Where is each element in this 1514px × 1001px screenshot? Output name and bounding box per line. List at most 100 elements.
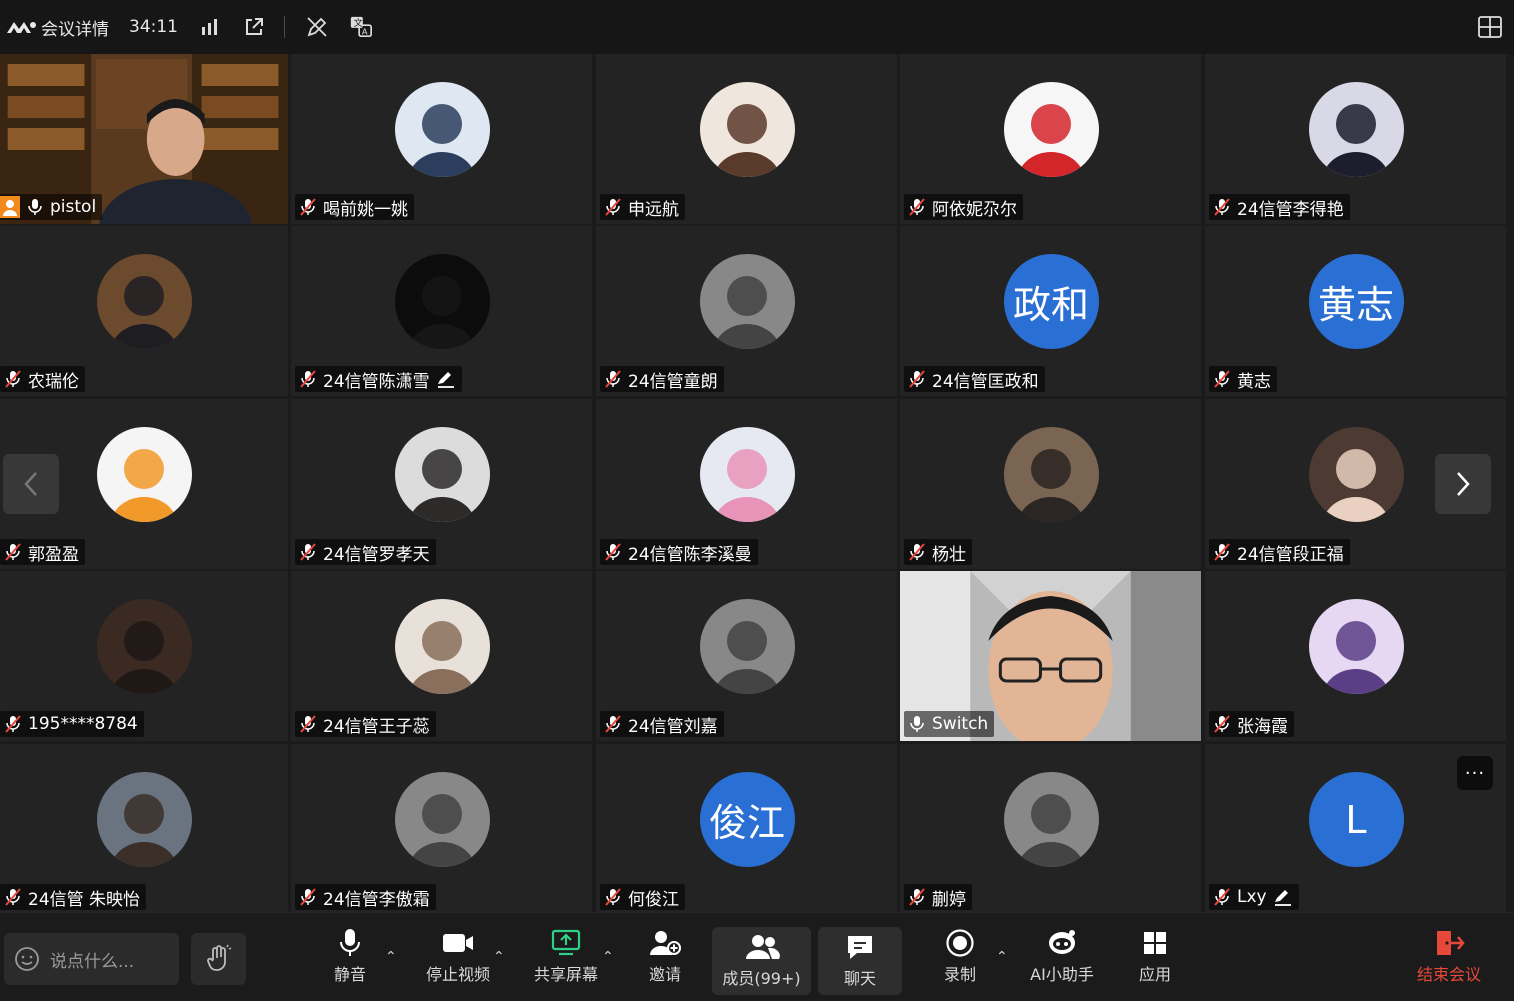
invite-user-icon: [650, 931, 681, 955]
share-options-caret[interactable]: ⌃: [602, 949, 614, 965]
prev-page-button[interactable]: [3, 454, 59, 514]
chevron-right-icon: [1457, 472, 1470, 496]
chat-placeholder: 说点什么...: [50, 951, 135, 972]
participant-tile[interactable]: 农瑞伦: [0, 226, 288, 396]
participant-avatar: [97, 427, 192, 522]
raise-hand-button[interactable]: [191, 933, 246, 985]
quick-chat-input[interactable]: 说点什么...: [4, 933, 179, 985]
participant-tile[interactable]: 24信管罗孝天: [291, 399, 592, 569]
translate-icon[interactable]: 文A: [349, 15, 373, 39]
apps-label: 应用: [1138, 965, 1171, 984]
participant-tile[interactable]: 195****8784: [0, 571, 288, 741]
participant-tile[interactable]: 24信管童朗: [596, 226, 897, 396]
chat-button[interactable]: 聊天: [818, 927, 902, 995]
participant-name-tag: 何俊江: [600, 884, 685, 910]
annotation-pen-icon: [1274, 890, 1291, 906]
participant-name-tag: 24信管 朱映怡: [0, 884, 147, 910]
participant-tile[interactable]: 申远航: [596, 54, 897, 224]
participant-name-tag: 24信管匡政和: [904, 366, 1045, 392]
participant-name: 24信管匡政和: [932, 371, 1039, 392]
mic-muted-icon: [300, 198, 316, 216]
mute-button[interactable]: 静音: [326, 927, 374, 991]
record-options-caret[interactable]: ⌃: [996, 949, 1008, 965]
mic-muted-icon: [909, 543, 925, 561]
mic-muted-icon: [605, 715, 621, 733]
participant-tile[interactable]: 黄志 黄志: [1205, 226, 1506, 396]
mic-muted-icon: [5, 543, 21, 561]
participant-name: 蒯婷: [932, 889, 966, 910]
participant-name: 喝前姚一姚: [323, 199, 408, 220]
participant-name-tag: 杨壮: [904, 539, 972, 565]
invite-button[interactable]: 邀请: [640, 927, 690, 991]
participant-name: 24信管罗孝天: [323, 544, 430, 565]
popout-icon[interactable]: [242, 15, 266, 39]
signal-strength-icon[interactable]: [198, 15, 222, 39]
host-badge-icon: [0, 196, 20, 218]
participant-tile[interactable]: 24信管陈潇雪: [291, 226, 592, 396]
participant-name-tag: 郭盈盈: [0, 539, 85, 565]
mic-muted-icon: [1214, 543, 1230, 561]
next-page-button[interactable]: [1435, 454, 1491, 514]
stop-video-button[interactable]: 停止视频: [420, 927, 496, 991]
app-logo-icon: [7, 22, 36, 33]
mute-options-caret[interactable]: ⌃: [385, 949, 397, 965]
participant-name: 黄志: [1237, 371, 1271, 392]
members-button[interactable]: 成员(99+): [712, 927, 811, 995]
emoji-icon[interactable]: [14, 946, 40, 972]
mic-muted-icon: [1214, 370, 1230, 388]
members-icon: [745, 935, 780, 959]
participant-tile[interactable]: 喝前姚一姚: [291, 54, 592, 224]
ai-assistant-label: AI小助手: [1030, 965, 1094, 984]
participant-avatar: [699, 599, 795, 694]
mic-muted-icon: [300, 888, 316, 906]
participant-tile[interactable]: 24信管 朱映怡: [0, 744, 288, 914]
gallery-layout-icon[interactable]: [1478, 16, 1502, 38]
participant-name: 195****8784: [28, 714, 138, 734]
chat-label: 聊天: [843, 969, 876, 988]
participant-name-tag: 195****8784: [0, 711, 144, 737]
participant-name-tag: 24信管陈李溪曼: [600, 539, 758, 565]
share-screen-button[interactable]: 共享屏幕: [528, 927, 604, 991]
record-button[interactable]: 录制: [938, 927, 982, 991]
participant-avatar: [1308, 427, 1404, 522]
participant-name: 24信管 朱映怡: [28, 889, 141, 910]
participant-avatar: [1003, 427, 1099, 522]
mic-muted-icon: [605, 370, 621, 388]
participant-name: 郭盈盈: [28, 544, 79, 565]
meeting-details-link[interactable]: 会议详情: [41, 15, 109, 40]
share-screen-label: 共享屏幕: [533, 965, 598, 984]
more-options-button[interactable]: ···: [1457, 756, 1493, 790]
mic-muted-icon: [909, 198, 925, 216]
participant-tile[interactable]: 24信管陈李溪曼: [596, 399, 897, 569]
participant-avatar: [97, 254, 192, 349]
mic-muted-icon: [605, 888, 621, 906]
participant-tile[interactable]: Switch: [900, 571, 1201, 741]
participant-name: 阿依妮尕尔: [932, 199, 1017, 220]
participant-tile[interactable]: 24信管李傲霜: [291, 744, 592, 914]
participant-name: 杨壮: [932, 544, 966, 565]
annotation-off-icon[interactable]: [305, 15, 329, 39]
participant-tile[interactable]: 杨壮: [900, 399, 1201, 569]
participant-tile[interactable]: 24信管李得艳: [1205, 54, 1506, 224]
apps-button[interactable]: 应用: [1134, 927, 1176, 991]
participant-gallery: pistol 喝前姚一姚 申远航 阿依妮尕尔 24信管李得艳 农瑞伦 24信管陈潇雪 24信管…: [0, 54, 1506, 914]
participant-tile[interactable]: 24信管刘嘉: [596, 571, 897, 741]
mic-on-icon: [28, 199, 42, 215]
participant-name-tag: 蒯婷: [904, 884, 972, 910]
participant-name: 24信管李傲霜: [323, 889, 430, 910]
ellipsis-icon: ···: [1464, 762, 1486, 784]
participant-tile[interactable]: 24信管王子蕊: [291, 571, 592, 741]
stop-video-label: 停止视频: [425, 965, 490, 984]
participant-tile[interactable]: pistol: [0, 54, 288, 224]
participant-tile[interactable]: 张海霞: [1205, 571, 1506, 741]
participant-tile[interactable]: 俊江 何俊江: [596, 744, 897, 914]
participant-name: Switch: [932, 714, 989, 734]
video-options-caret[interactable]: ⌃: [493, 949, 505, 965]
participant-avatar: [699, 254, 795, 349]
participant-name-tag: 24信管段正福: [1209, 539, 1350, 565]
ai-assistant-button[interactable]: AI小助手: [1026, 927, 1098, 991]
participant-tile[interactable]: 阿依妮尕尔: [900, 54, 1201, 224]
participant-tile[interactable]: 蒯婷: [900, 744, 1201, 914]
participant-tile[interactable]: 政和 24信管匡政和: [900, 226, 1201, 396]
end-meeting-button[interactable]: 结束会议: [1412, 927, 1486, 991]
